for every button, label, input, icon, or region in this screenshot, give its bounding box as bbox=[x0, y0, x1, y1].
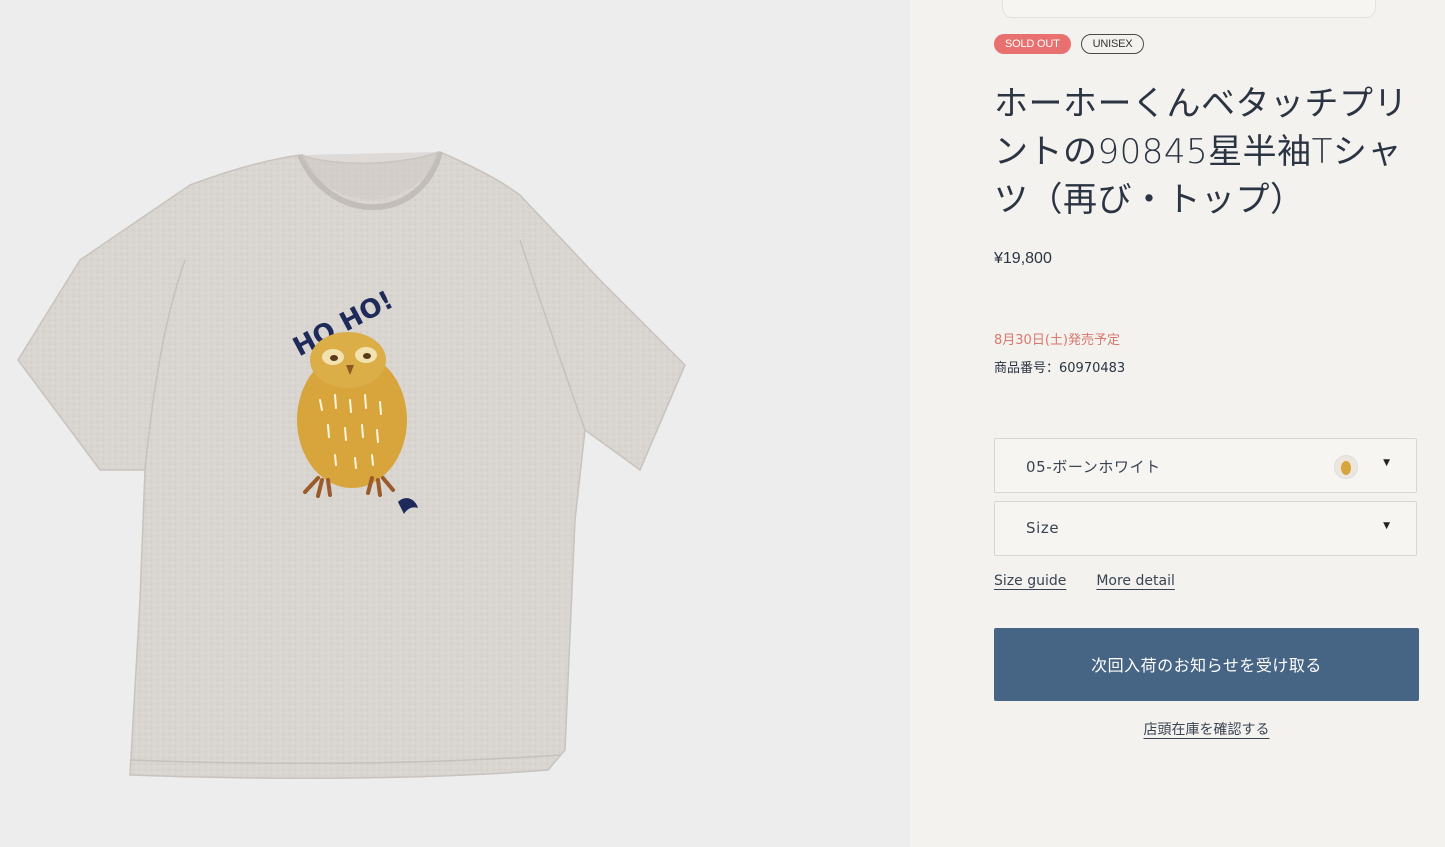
color-select[interactable]: 05-ボーンホワイト ▼ bbox=[994, 438, 1417, 493]
top-card bbox=[1002, 0, 1376, 18]
detail-links: Size guide More detail bbox=[994, 573, 1175, 589]
chevron-down-icon: ▼ bbox=[1383, 458, 1390, 468]
unisex-badge: UNISEX bbox=[1080, 34, 1145, 54]
more-detail-link[interactable]: More detail bbox=[1096, 573, 1175, 589]
owl-swatch-icon bbox=[1334, 455, 1358, 479]
release-date: 8月30日(土)発売予定 bbox=[994, 333, 1120, 348]
chevron-down-icon: ▼ bbox=[1383, 521, 1390, 531]
restock-notify-button[interactable]: 次回入荷のお知らせを受け取る bbox=[994, 628, 1419, 701]
store-stock-link[interactable]: 店頭在庫を確認する bbox=[1144, 722, 1270, 738]
size-select[interactable]: Size ▼ bbox=[994, 501, 1417, 556]
product-price: ¥19,800 bbox=[994, 250, 1052, 267]
product-image-gallery: HO HO! bbox=[0, 0, 910, 847]
sold-out-badge: SOLD OUT bbox=[994, 34, 1071, 54]
product-info-panel: SOLD OUT UNISEX ホーホーくんベタッチプリントの90845星半袖T… bbox=[910, 0, 1445, 847]
size-guide-link[interactable]: Size guide bbox=[994, 573, 1066, 589]
color-select-value: 05-ボーンホワイト bbox=[1026, 458, 1161, 476]
product-title: ホーホーくんベタッチプリントの90845星半袖Tシャツ（再び・トップ） bbox=[994, 84, 1408, 220]
product-sku: 商品番号：60970483 bbox=[994, 361, 1126, 376]
store-stock-row: 店頭在庫を確認する bbox=[994, 719, 1419, 739]
badge-row: SOLD OUT UNISEX bbox=[994, 34, 1145, 54]
size-select-placeholder: Size bbox=[1026, 519, 1060, 537]
tshirt-image: HO HO! bbox=[17, 151, 686, 780]
